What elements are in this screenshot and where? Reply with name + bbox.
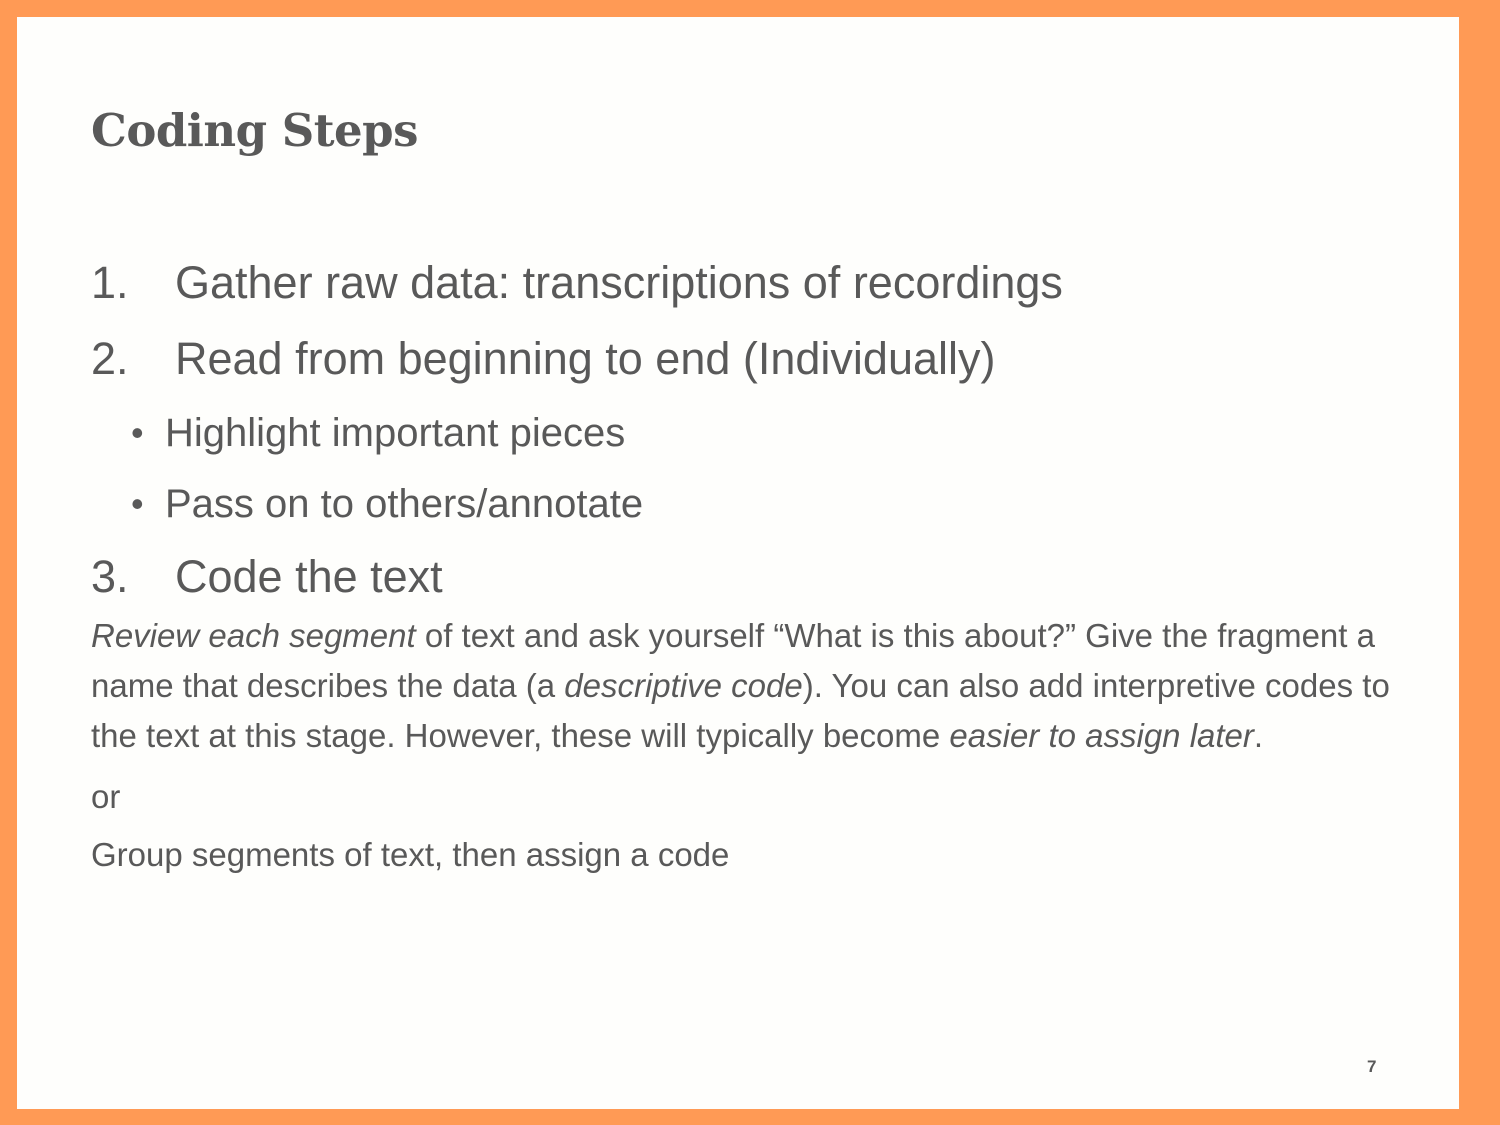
step-number: 1.	[91, 257, 129, 308]
paragraph-text: .	[1253, 717, 1264, 754]
slide-title: Coding Steps	[91, 104, 418, 157]
step-text: Read from beginning to end (Individually…	[175, 333, 996, 384]
sub-bullet-text: Highlight important pieces	[165, 411, 626, 455]
step-text: Gather raw data: transcriptions of recor…	[175, 257, 1063, 308]
sub-bullet-text: Pass on to others/annotate	[165, 482, 644, 526]
description-paragraph: Review each segment of text and ask your…	[91, 611, 1401, 761]
emphasis-descriptive-code: descriptive code	[564, 667, 803, 704]
sub-bullet-2: • Pass on to others/annotate	[91, 478, 1421, 530]
bullet-icon: •	[131, 483, 144, 524]
slide-content: 1. Gather raw data: transcriptions of re…	[91, 255, 1421, 877]
bullet-icon: •	[131, 412, 144, 453]
step-number: 3.	[91, 551, 129, 602]
page-number: 7	[1367, 1057, 1377, 1076]
group-text: Group segments of text, then assign a co…	[91, 836, 730, 873]
sub-bullet-1: • Highlight important pieces	[91, 407, 1421, 459]
or-text: or	[91, 778, 121, 815]
emphasis-easier: easier to assign later	[949, 717, 1254, 754]
emphasis-review: Review each segment	[91, 617, 416, 654]
step-number: 2.	[91, 333, 129, 384]
step-text: Code the text	[175, 551, 443, 602]
slide: Coding Steps 1. Gather raw data: transcr…	[17, 17, 1459, 1109]
step-item-2: 2. Read from beginning to end (Individua…	[91, 331, 1421, 387]
step-item-1: 1. Gather raw data: transcriptions of re…	[91, 255, 1421, 311]
step-item-3: 3. Code the text	[91, 549, 1421, 605]
